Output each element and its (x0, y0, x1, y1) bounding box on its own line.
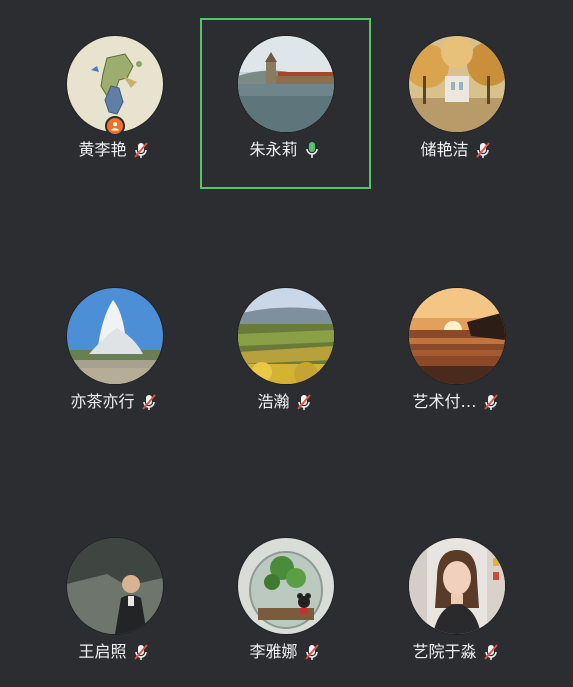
mic-muted-icon[interactable] (481, 392, 501, 412)
name-row: 亦茶亦行 (29, 390, 200, 414)
name-row: 艺术付… (371, 390, 542, 414)
participant-grid: 黄李艳 朱永莉 储艳洁 亦茶亦行 浩瀚 艺术付… 王启照 李雅娜 艺院于淼 (0, 0, 573, 687)
participant-name: 王启照 (78, 642, 127, 661)
autumn-trees-photo (408, 36, 505, 132)
person-rock-photo (66, 538, 163, 634)
name-row: 朱永莉 (202, 138, 369, 162)
participant-tile[interactable]: 浩瀚 (200, 270, 371, 441)
terrarium-photo (237, 538, 334, 634)
participant-avatar (237, 288, 334, 384)
sunset-sea-photo (408, 288, 505, 384)
participant-avatar (237, 538, 334, 634)
participant-name: 储艳洁 (420, 140, 469, 159)
participant-avatar (66, 288, 163, 384)
name-row: 储艳洁 (371, 138, 542, 162)
participant-tile[interactable]: 王启照 (29, 520, 200, 687)
participant-tile[interactable]: 黄李艳 (29, 18, 200, 189)
participant-tile[interactable]: 储艳洁 (371, 18, 542, 189)
mic-muted-icon[interactable] (294, 392, 314, 412)
participant-name: 黄李艳 (78, 140, 127, 159)
participant-tile-active[interactable]: 朱永莉 (200, 18, 371, 189)
participant-name: 朱永莉 (249, 140, 298, 159)
participant-avatar (408, 288, 505, 384)
vineyard-photo (237, 288, 334, 384)
woman-portrait-photo (408, 538, 505, 634)
participant-name: 艺术付… (412, 392, 477, 411)
name-row: 王启照 (29, 640, 200, 664)
mic-active-icon[interactable] (302, 140, 322, 160)
participant-tile[interactable]: 李雅娜 (200, 520, 371, 687)
participant-name: 亦茶亦行 (70, 392, 135, 411)
participant-name: 浩瀚 (257, 392, 290, 411)
participant-avatar (408, 538, 505, 634)
mic-muted-icon[interactable] (139, 392, 159, 412)
mic-muted-icon[interactable] (131, 140, 151, 160)
name-row: 浩瀚 (200, 390, 371, 414)
mic-muted-icon[interactable] (302, 642, 322, 662)
participant-avatar (237, 36, 334, 132)
mic-muted-icon[interactable] (131, 642, 151, 662)
name-row: 艺院于淼 (371, 640, 542, 664)
geyser-photo (66, 288, 163, 384)
participant-tile[interactable]: 亦茶亦行 (29, 270, 200, 441)
name-row: 黄李艳 (29, 138, 200, 162)
participant-name: 李雅娜 (249, 642, 298, 661)
participant-avatar (66, 538, 163, 634)
participant-tile[interactable]: 艺术付… (371, 270, 542, 441)
bridge-lake-photo (237, 36, 334, 132)
mic-muted-icon[interactable] (481, 642, 501, 662)
host-badge-icon (104, 116, 125, 136)
participant-name: 艺院于淼 (412, 642, 477, 661)
participant-avatar (408, 36, 505, 132)
mic-muted-icon[interactable] (473, 140, 493, 160)
name-row: 李雅娜 (200, 640, 371, 664)
participant-tile[interactable]: 艺院于淼 (371, 520, 542, 687)
